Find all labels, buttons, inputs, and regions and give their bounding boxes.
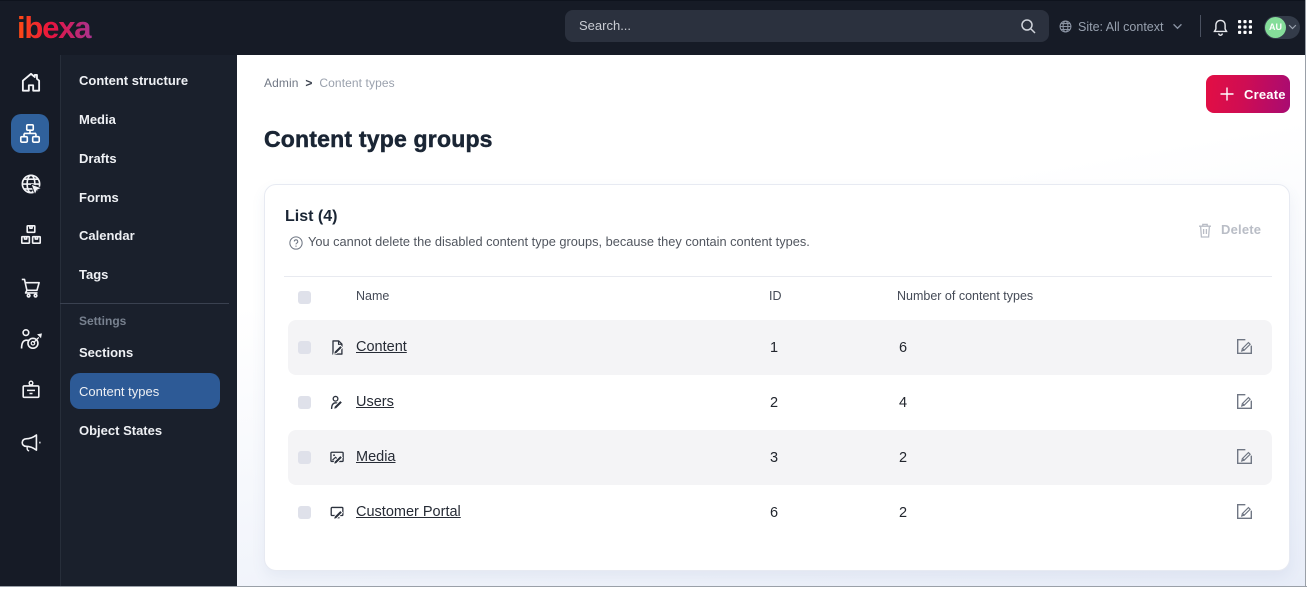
svg-text:ibexa: ibexa <box>17 10 92 44</box>
